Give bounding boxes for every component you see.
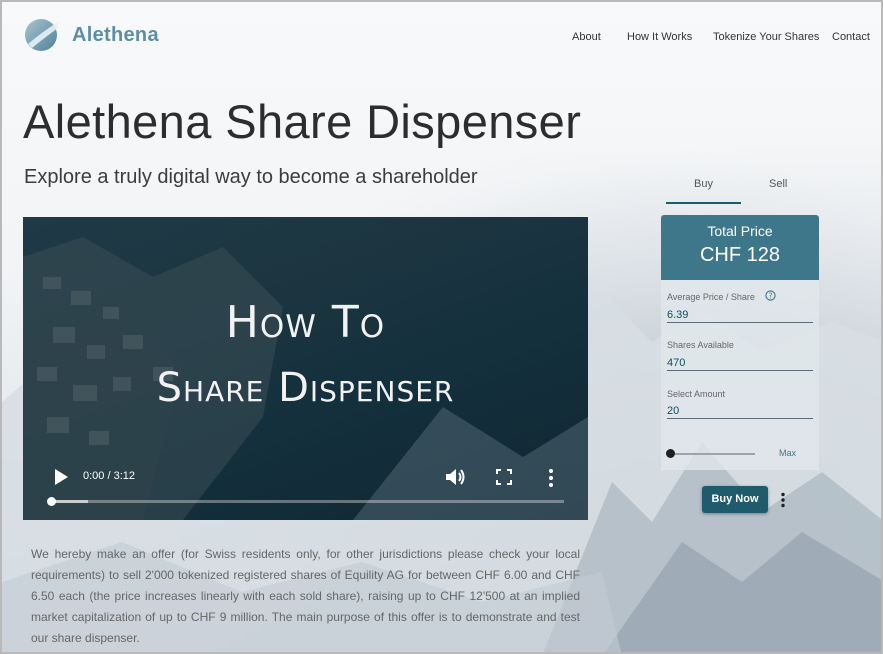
max-button[interactable]: Max — [779, 448, 796, 458]
avg-price-field[interactable]: 6.39 — [667, 309, 688, 321]
total-price-label: Total Price — [707, 223, 773, 239]
volume-icon[interactable] — [445, 467, 467, 487]
video-progress-knob[interactable] — [47, 497, 56, 506]
fullscreen-icon[interactable] — [496, 469, 512, 485]
page-title: Alethena Share Dispenser — [23, 95, 582, 148]
select-amount-field[interactable]: 20 — [667, 405, 679, 417]
nav-about[interactable]: About — [572, 31, 601, 43]
buy-now-button[interactable]: Buy Now — [702, 486, 768, 513]
shares-available-underline — [667, 370, 813, 371]
video-buffer-bar — [52, 500, 88, 503]
avg-price-label: Average Price / Share — [667, 292, 755, 302]
video-progress-bar[interactable] — [52, 500, 564, 503]
shares-available-field[interactable]: 470 — [667, 357, 685, 369]
nav-contact-link[interactable]: Contact — [832, 31, 870, 43]
more-options-icon[interactable] — [780, 492, 786, 508]
avg-price-underline — [667, 322, 813, 323]
nav-contact[interactable]: Contact — [832, 31, 870, 43]
more-options-icon[interactable] — [547, 468, 555, 488]
play-icon[interactable] — [53, 468, 69, 486]
select-amount-label: Select Amount — [667, 389, 726, 399]
offer-description: We hereby make an offer (for Swiss resid… — [31, 547, 580, 645]
page: Alethena About How It Works Tokenize You… — [0, 0, 883, 654]
svg-text:?: ? — [769, 291, 773, 300]
page-subtitle: Explore a truly digital way to become a … — [24, 166, 478, 188]
nav-about-link[interactable]: About — [572, 31, 601, 43]
tab-sell[interactable]: Sell — [769, 178, 787, 190]
nav-how-it-works[interactable]: How It Works — [627, 31, 692, 43]
amount-slider[interactable] — [670, 453, 755, 455]
alethena-logo-icon[interactable] — [24, 14, 60, 56]
nav-tokenize[interactable]: Tokenize Your Shares — [713, 31, 819, 43]
amount-slider-knob[interactable] — [666, 449, 675, 458]
help-icon[interactable]: ? — [765, 290, 776, 301]
video-title-line1: How To — [225, 297, 386, 348]
nav-tokenize-link[interactable]: Tokenize Your Shares — [713, 31, 819, 43]
nav-how-it-works-link[interactable]: How It Works — [627, 31, 692, 43]
tab-buy[interactable]: Buy — [694, 178, 713, 190]
shares-available-label: Shares Available — [667, 340, 734, 350]
total-price-value: CHF 128 — [699, 244, 781, 266]
active-tab-indicator — [666, 202, 741, 204]
video-player[interactable]: How To Share Dispenser 0:00 / 3:12 — [23, 217, 588, 520]
brand-name[interactable]: Alethena — [72, 24, 159, 47]
video-time: 0:00 / 3:12 — [83, 470, 135, 482]
total-price-header: Total Price CHF 128 — [661, 215, 819, 280]
select-amount-underline — [667, 418, 813, 419]
video-title-line2: Share Dispenser — [156, 365, 455, 411]
